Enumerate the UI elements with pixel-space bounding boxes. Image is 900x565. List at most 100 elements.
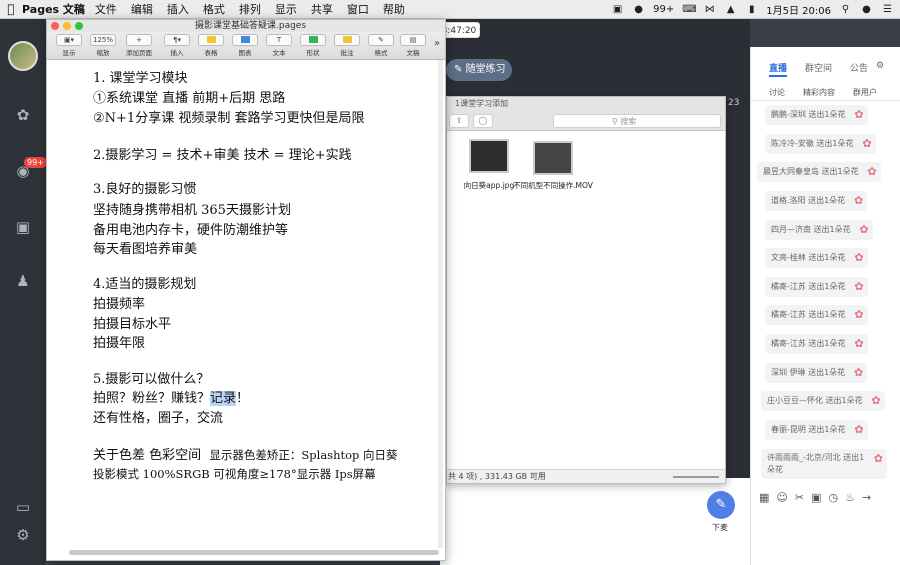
send-arrow-icon[interactable]: →: [862, 491, 871, 511]
doc-line: 还有性格，圈子，交流: [93, 411, 224, 426]
wifi-icon[interactable]: ▲: [724, 4, 737, 15]
chart-button[interactable]: 图表: [227, 34, 263, 57]
table-icon: [206, 36, 216, 43]
finder-window: 1课堂学习添加 ⇧ ◯ ⚲ 搜索 向日葵app.jpg 不同机型不同操作.MOV…: [446, 96, 726, 484]
shape-icon: [308, 36, 318, 43]
subtab-discussion[interactable]: 讨论: [769, 87, 785, 100]
monitor-icon[interactable]: ▭: [13, 497, 33, 517]
finder-title: 1课堂学习添加: [447, 97, 725, 111]
chat-app-sidebar: ✿ ◉ ▣ ♟ ▭ ⚙: [0, 19, 46, 565]
flower-icon: ✿: [854, 108, 864, 121]
menu-insert[interactable]: 插入: [167, 1, 189, 17]
menu-arrange[interactable]: 排列: [239, 1, 261, 17]
battery-icon[interactable]: ▮: [745, 4, 758, 15]
doc-line: 4.适当的摄影规划: [93, 277, 197, 292]
settings-icon[interactable]: ⚙: [876, 61, 884, 77]
doc-text: 关于色差 色彩空间: [93, 448, 202, 463]
bell-icon[interactable]: ♨: [845, 491, 855, 511]
panel-subtabs: 讨论 精彩内容 群用户: [751, 87, 900, 101]
flower-icon: ✿: [854, 251, 864, 264]
doc-line: 1. 课堂学习模块: [93, 71, 188, 86]
chat-message: 文亮-桂林 送出1朵花 ✿: [765, 248, 868, 268]
chat-toolbar: ▦ ☺ ✂ ▣ ◷ ♨ →: [751, 491, 900, 511]
flower-icon: ✿: [859, 223, 869, 236]
flower-icon: ✿: [854, 280, 864, 293]
history-icon[interactable]: ◷: [829, 491, 839, 511]
toolbar-overflow-icon[interactable]: »: [434, 38, 440, 49]
screen-record-icon[interactable]: ▣: [611, 4, 624, 15]
menu-help[interactable]: 帮助: [383, 1, 405, 17]
practice-button[interactable]: ✎ 随堂练习: [446, 59, 512, 81]
plus-icon: +: [126, 34, 152, 46]
menu-view[interactable]: 显示: [275, 1, 297, 17]
comment-button[interactable]: 批注: [329, 34, 365, 57]
notification-center-icon[interactable]: ☰: [881, 4, 894, 15]
keyboard-icon[interactable]: ⌨: [682, 4, 696, 15]
doc-line: 拍摄目标水平: [93, 317, 172, 332]
contacts-icon[interactable]: ♟: [13, 271, 33, 291]
clock[interactable]: 1月5日 20:06: [766, 2, 831, 17]
icon-size-slider[interactable]: [673, 476, 719, 478]
avatar[interactable]: [8, 41, 38, 71]
zoom-select[interactable]: 125% 缩放: [85, 34, 121, 57]
pages-toolbar: ▣▾ 显示 125% 缩放 + 添加页面 ¶▾ 插入 表格 图表 T 文本 形状 批注 ✎…: [47, 32, 445, 60]
tab-notice[interactable]: 公告: [850, 61, 868, 77]
menu-format[interactable]: 格式: [203, 1, 225, 17]
doc-line: ①系统课堂 直播 前期+后期 思路: [93, 91, 286, 106]
chat-message: 晨昱大同秦皇岛 送出1朵花 ✿: [757, 162, 881, 182]
live-chat-panel: 直播 群空间 公告 ⚙ 讨论 精彩内容 群用户 鹏鹏-深圳 送出1朵花 ✿ 陈冷冷…: [750, 47, 900, 565]
shape-button[interactable]: 形状: [295, 34, 331, 57]
battery-badge[interactable]: 99+: [653, 4, 674, 15]
tab-live[interactable]: 直播: [769, 61, 788, 77]
doc-line: 2.摄影学习 = 技术+审美 技术 = 理论+实践: [93, 148, 352, 163]
image-icon[interactable]: ▣: [811, 491, 821, 511]
close-button[interactable]: [51, 22, 59, 30]
tag-button[interactable]: ◯: [473, 114, 493, 128]
search-icon[interactable]: ⚲: [839, 4, 852, 15]
menu-edit[interactable]: 编辑: [131, 1, 153, 17]
format-button[interactable]: ✎ 格式: [363, 34, 399, 57]
document-title[interactable]: 摄影课堂基础答疑课.pages: [195, 20, 306, 32]
wechat-icon[interactable]: ●: [632, 4, 645, 15]
selected-text[interactable]: 记录: [210, 391, 237, 406]
doc-line: 拍照？粉丝？赚钱？记录！: [93, 390, 249, 408]
text-button[interactable]: T 文本: [261, 34, 297, 57]
siri-icon[interactable]: ●: [860, 4, 873, 15]
mic-off-button[interactable]: ✎: [707, 491, 735, 519]
gift-icon[interactable]: ▦: [759, 491, 769, 511]
menu-window[interactable]: 窗口: [347, 1, 369, 17]
finder-search-input[interactable]: ⚲ 搜索: [553, 114, 721, 128]
bluetooth-icon[interactable]: ⋈: [703, 4, 716, 15]
add-page-button[interactable]: + 添加页面: [121, 34, 157, 57]
practice-label: 随堂练习: [465, 64, 506, 75]
document-button[interactable]: ▤ 文稿: [395, 34, 431, 57]
horizontal-scrollbar[interactable]: [69, 550, 439, 555]
file-thumbnail-mov[interactable]: [533, 141, 573, 175]
zoom-button[interactable]: [75, 22, 83, 30]
chat-message: 庄小豆豆—怀化 送出1朵花 ✿: [761, 391, 885, 411]
menu-share[interactable]: 共享: [311, 1, 333, 17]
table-button[interactable]: 表格: [193, 34, 229, 57]
tab-group-space[interactable]: 群空间: [805, 61, 832, 77]
scissors-icon[interactable]: ✂: [795, 491, 804, 511]
emoji-icon[interactable]: ☺: [776, 491, 787, 511]
menu-file[interactable]: 文件: [95, 1, 117, 17]
settings-gear-icon[interactable]: ⚙: [13, 525, 33, 545]
view-button[interactable]: ▣▾ 显示: [51, 34, 87, 57]
insert-button[interactable]: ¶▾ 插入: [159, 34, 195, 57]
calendar-icon[interactable]: ▣: [13, 217, 33, 237]
chat-message: 道格.洛阳 送出1朵花 ✿: [765, 191, 868, 211]
apple-icon[interactable]: : [0, 2, 22, 16]
vertical-scrollbar[interactable]: [438, 60, 443, 548]
subtab-highlights[interactable]: 精彩内容: [803, 87, 835, 100]
minimize-button[interactable]: [63, 22, 71, 30]
menu-app-name[interactable]: Pages 文稿: [22, 1, 85, 17]
chat-message: 橘寄-江苏 送出1朵花 ✿: [765, 334, 868, 354]
finder-status-bar: 共 4 项) , 331.43 GB 可用: [447, 469, 725, 483]
leaf-icon[interactable]: ✿: [13, 105, 33, 125]
file-thumbnail-jpg[interactable]: [469, 139, 509, 173]
subtab-members[interactable]: 群用户: [853, 87, 877, 100]
doc-line: 3.良好的摄影习惯: [93, 182, 197, 197]
file-name[interactable]: 不同机型不同操作.MOV: [513, 181, 593, 191]
share-button[interactable]: ⇧: [449, 114, 469, 128]
